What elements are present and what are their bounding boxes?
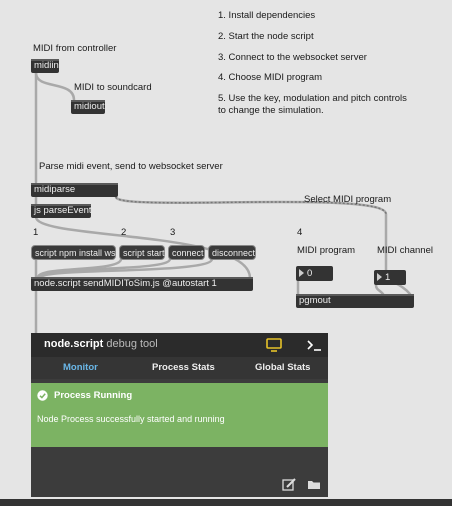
comment-select-program: Select MIDI program xyxy=(304,194,392,205)
number-arrow-icon xyxy=(299,269,304,277)
monitor-icon[interactable] xyxy=(266,338,282,352)
instruction-5: 5. Use the key, modulation and pitch con… xyxy=(218,93,407,116)
debug-tool-panel: node.script debug tool Monitor Process S… xyxy=(31,333,328,497)
edit-icon[interactable] xyxy=(282,478,296,491)
program-value: 0 xyxy=(307,268,313,279)
terminal-icon[interactable] xyxy=(306,339,322,351)
comment-parse-midi: Parse midi event, send to websocket serv… xyxy=(39,161,223,172)
channel-value: 1 xyxy=(385,272,391,283)
comment-step-4: 4 xyxy=(297,227,303,238)
comment-step-3: 3 xyxy=(170,227,176,238)
pgmout-object[interactable]: pgmout xyxy=(296,294,414,308)
check-circle-icon xyxy=(37,390,48,401)
bottom-toolbar xyxy=(0,499,452,506)
tab-process-stats[interactable]: Process Stats xyxy=(152,357,215,379)
js-parseevent-object[interactable]: js parseEvent xyxy=(31,204,92,218)
start-message[interactable]: script start xyxy=(119,245,165,260)
tab-global-stats[interactable]: Global Stats xyxy=(255,357,310,379)
comment-midi-program: MIDI program xyxy=(297,245,356,256)
connect-message[interactable]: connect xyxy=(168,245,205,260)
debug-header: node.script debug tool xyxy=(31,333,328,357)
number-arrow-icon xyxy=(377,273,382,281)
cord-channel-pgmout[interactable] xyxy=(374,283,385,296)
midiin-object[interactable]: midiin xyxy=(31,59,59,73)
node-script-object[interactable]: node.script sendMIDIToSim.js @autostart … xyxy=(31,277,253,291)
instruction-3: 3. Connect to the websocket server xyxy=(218,52,367,63)
midiparse-object[interactable]: midiparse xyxy=(31,183,118,197)
cord-midiin-midiout[interactable] xyxy=(34,71,76,102)
folder-icon[interactable] xyxy=(307,479,322,490)
comment-step-2: 2 xyxy=(121,227,127,238)
debug-title: node.script debug tool xyxy=(44,338,158,350)
midiout-object[interactable]: midiout xyxy=(71,100,105,114)
disconnect-message[interactable]: disconnect xyxy=(208,245,256,260)
comment-midi-to-soundcard: MIDI to soundcard xyxy=(74,82,152,93)
status-text: Node Process successfully started and ru… xyxy=(37,414,225,424)
debug-tabs: Monitor Process Stats Global Stats xyxy=(31,357,328,379)
instruction-4: 4. Choose MIDI program xyxy=(218,72,323,83)
install-message[interactable]: script npm install ws xyxy=(31,245,116,260)
status-title: Process Running xyxy=(54,390,133,401)
status-panel: Process Running Node Process successfull… xyxy=(31,383,328,447)
channel-number-box[interactable]: 1 xyxy=(374,270,406,285)
instruction-2: 2. Start the node script xyxy=(218,31,314,42)
program-number-box[interactable]: 0 xyxy=(296,266,333,281)
comment-step-1: 1 xyxy=(33,227,39,238)
instruction-1: 1. Install dependencies xyxy=(218,10,316,21)
comment-midi-channel: MIDI channel xyxy=(377,245,433,256)
tab-monitor[interactable]: Monitor xyxy=(63,357,98,379)
comment-midi-from-controller: MIDI from controller xyxy=(33,43,117,54)
